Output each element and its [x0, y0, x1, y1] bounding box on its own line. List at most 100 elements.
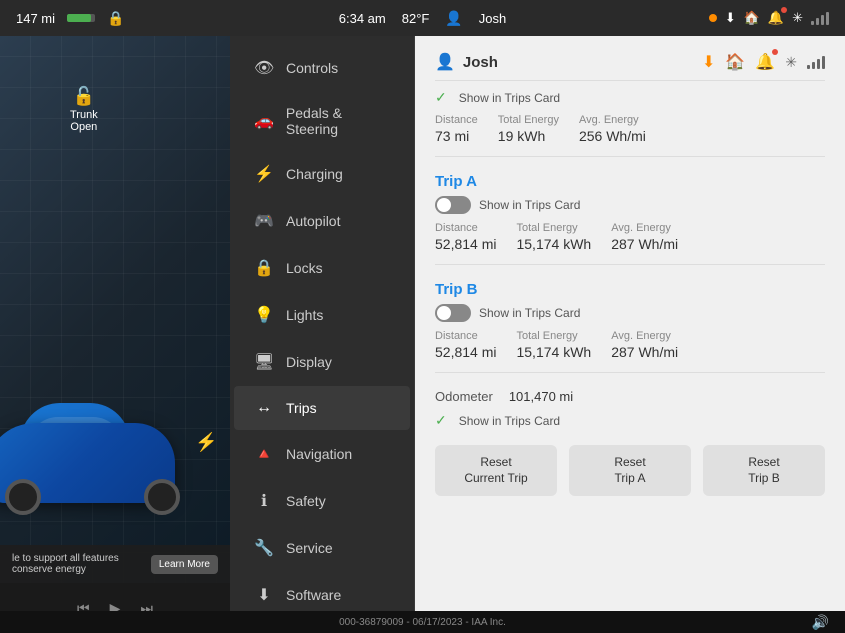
orange-indicator: [709, 14, 717, 22]
reset-trip-b-button[interactable]: ResetTrip B: [703, 445, 825, 496]
trips-label: Trips: [286, 400, 317, 416]
signal-bars: [811, 12, 829, 25]
home-header-icon: 🏠: [725, 52, 745, 72]
sidebar-item-display[interactable]: 🖥 Display: [234, 339, 410, 385]
trip-a-stats: Distance 52,814 mi Total Energy 15,174 k…: [435, 222, 825, 265]
hbar2: [812, 62, 815, 69]
volume-icon[interactable]: 🔊: [812, 614, 829, 631]
car-wheel-left: [5, 479, 41, 515]
current-trip-check-icon: ✓: [435, 89, 447, 106]
locks-label: Locks: [286, 260, 323, 276]
charge-indicator-icon: ⚡: [195, 432, 217, 453]
lights-label: Lights: [286, 307, 323, 323]
trip-a-stat-energy: Total Energy 15,174 kWh: [516, 222, 591, 252]
current-trip-toggle-row: ✓ Show in Trips Card: [435, 89, 825, 106]
signal-bar-3: [821, 15, 824, 25]
bell-icon: 🔔: [768, 10, 784, 26]
current-trip-section: ✓ Show in Trips Card Distance 73 mi Tota…: [435, 89, 825, 157]
bell-header-icon: 🔔: [755, 52, 775, 72]
trip-a-title: Trip A: [435, 173, 825, 190]
current-trip-stat-energy: Total Energy 19 kWh: [498, 114, 559, 144]
download-icon: ⬇: [725, 10, 736, 26]
reset-trip-a-button[interactable]: ResetTrip A: [569, 445, 691, 496]
sidebar-item-pedals[interactable]: 🚗 Pedals & Steering: [234, 92, 410, 150]
odometer-check-icon: ✓: [435, 412, 447, 429]
current-trip-toggle-label: Show in Trips Card: [459, 91, 560, 105]
bluetooth-icon: ✳: [792, 10, 803, 26]
hbar1: [807, 65, 810, 69]
trunk-status-value: Open: [70, 121, 97, 133]
car-image: [0, 363, 200, 523]
trip-a-stat-avg-energy: Avg. Energy 287 Wh/mi: [611, 222, 678, 252]
trip-b-toggle-label: Show in Trips Card: [479, 306, 580, 320]
current-trip-stat-avg-energy: Avg. Energy 256 Wh/mi: [579, 114, 646, 144]
odometer-label: Odometer: [435, 389, 493, 404]
bottom-bar: 000-36879009 - 06/17/2023 - IAA Inc. 🔊: [0, 611, 845, 633]
user-icon-header: 👤: [435, 52, 455, 72]
safety-label: Safety: [286, 493, 326, 509]
trip-b-title: Trip B: [435, 281, 825, 298]
software-label: Software: [286, 587, 341, 603]
signal-bar-4: [826, 12, 829, 25]
autopilot-icon: 🎮: [254, 211, 274, 231]
pedals-icon: 🚗: [254, 111, 274, 131]
trip-b-toggle-knob: [437, 306, 451, 320]
learn-more-button[interactable]: Learn More: [151, 555, 218, 574]
user-icon: 👤: [445, 10, 462, 27]
trunk-icon: 🔓: [70, 86, 98, 107]
sidebar-item-safety[interactable]: ℹ Safety: [234, 478, 410, 524]
battery-fill: [67, 14, 91, 22]
trip-a-toggle[interactable]: [435, 196, 471, 214]
sidebar-item-charging[interactable]: ⚡ Charging: [234, 151, 410, 197]
header-divider: [435, 80, 825, 81]
trip-b-toggle[interactable]: [435, 304, 471, 322]
download-header-icon: ⬇: [702, 52, 715, 72]
mileage-display: 147 mi: [16, 11, 55, 26]
status-bar-center: 6:34 am 82°F 👤 Josh: [339, 10, 507, 27]
charging-label: Charging: [286, 166, 343, 182]
header-icons-row: ⬇ 🏠 🔔 ✳: [702, 52, 825, 72]
bottom-bar-text: 000-36879009 - 06/17/2023 - IAA Inc.: [339, 617, 506, 628]
navigation-icon: 🔺: [254, 444, 274, 464]
trip-b-toggle-row: Show in Trips Card: [435, 304, 825, 322]
trip-a-stat-distance: Distance 52,814 mi: [435, 222, 496, 252]
lights-icon: 💡: [254, 305, 274, 325]
sidebar-item-navigation[interactable]: 🔺 Navigation: [234, 431, 410, 477]
service-label: Service: [286, 540, 333, 556]
trip-a-section: Trip A Show in Trips Card Distance 52,81…: [435, 173, 825, 265]
current-trip-stat-distance: Distance 73 mi: [435, 114, 478, 144]
trip-b-section: Trip B Show in Trips Card Distance 52,81…: [435, 281, 825, 373]
controls-label: Controls: [286, 60, 338, 76]
sidebar-item-service[interactable]: 🔧 Service: [234, 525, 410, 571]
sidebar: 👁 Controls 🚗 Pedals & Steering ⚡ Chargin…: [230, 36, 415, 633]
display-icon: 🖥: [254, 352, 274, 372]
trip-b-stat-energy: Total Energy 15,174 kWh: [516, 330, 591, 360]
safety-icon: ℹ: [254, 491, 274, 511]
trip-a-toggle-label: Show in Trips Card: [479, 198, 580, 212]
odometer-toggle-label: Show in Trips Card: [459, 414, 560, 428]
content-header: 👤 Josh ⬇ 🏠 🔔 ✳: [435, 52, 825, 72]
sidebar-item-locks[interactable]: 🔒 Locks: [234, 245, 410, 291]
trips-icon: ↔: [254, 399, 274, 417]
car-wheel-right: [144, 479, 180, 515]
trunk-label: 🔓 Trunk Open: [70, 86, 98, 133]
odometer-row: Odometer 101,470 mi: [435, 389, 825, 404]
home-icon: 🏠: [744, 10, 760, 26]
trip-b-stats: Distance 52,814 mi Total Energy 15,174 k…: [435, 330, 825, 373]
signal-bar-2: [816, 18, 819, 25]
sidebar-item-trips[interactable]: ↔ Trips: [234, 386, 410, 430]
reset-current-trip-button[interactable]: ResetCurrent Trip: [435, 445, 557, 496]
bottom-alert-bar: le to support all features conserve ener…: [0, 545, 230, 583]
trunk-status-label: Trunk: [70, 109, 98, 121]
sidebar-item-controls[interactable]: 👁 Controls: [234, 45, 410, 91]
hbar4: [822, 56, 825, 69]
time-display: 6:34 am: [339, 11, 386, 26]
alert-main-text: le to support all features: [12, 553, 119, 564]
battery-bar: [67, 14, 95, 22]
software-icon: ⬇: [254, 585, 274, 605]
autopilot-label: Autopilot: [286, 213, 340, 229]
sidebar-item-lights[interactable]: 💡 Lights: [234, 292, 410, 338]
status-bar: 147 mi 🔒 6:34 am 82°F 👤 Josh ⬇ 🏠 🔔 ✳: [0, 0, 845, 36]
current-trip-stats: Distance 73 mi Total Energy 19 kWh Avg. …: [435, 114, 825, 157]
sidebar-item-autopilot[interactable]: 🎮 Autopilot: [234, 198, 410, 244]
